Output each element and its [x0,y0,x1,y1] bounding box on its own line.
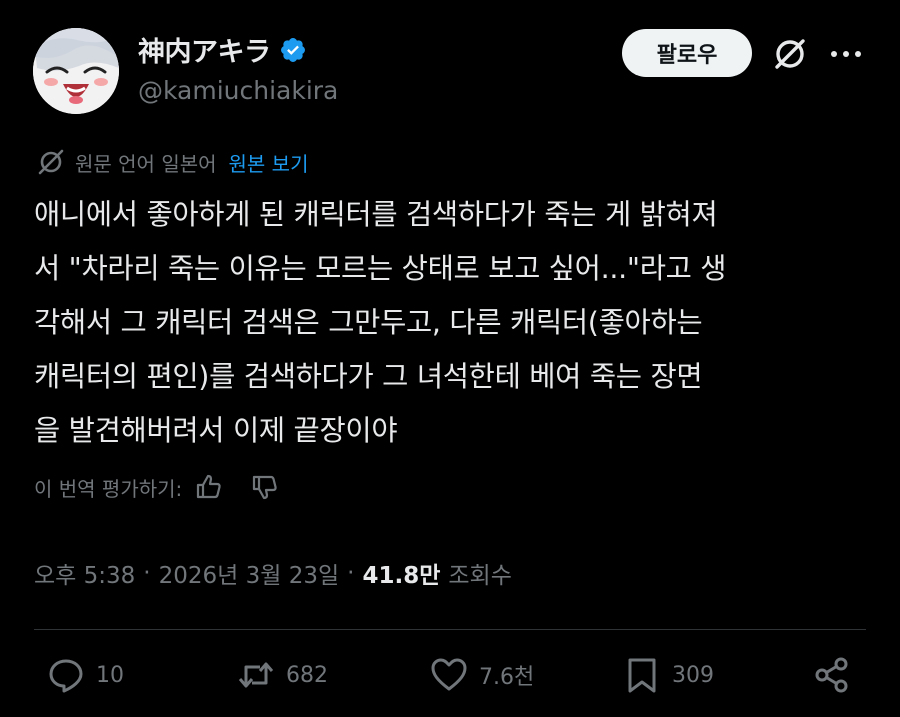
author-handle[interactable]: @kamiuchiakira [138,76,338,105]
views-label: 조회수 [448,563,512,589]
grok-icon[interactable] [770,34,810,74]
more-icon[interactable] [826,40,866,68]
repost-icon [238,662,274,688]
share-button[interactable] [812,655,852,695]
action-bar: 10 682 7.6천 309 [0,655,900,711]
show-original-link[interactable]: 원본 보기 [229,148,309,177]
thumbs-up-icon[interactable] [194,472,224,502]
thumbs-down-icon[interactable] [250,472,280,502]
translation-notice: 원문 언어 일본어 원본 보기 [35,146,308,178]
verified-badge-icon[interactable] [279,36,307,64]
reply-icon [49,659,83,693]
bookmark-button[interactable]: 309 [622,655,714,695]
meta-separator: · [143,560,151,586]
bookmark-icon [628,658,656,693]
avatar-illustration [33,28,119,114]
tweet-header: 神内アキラ @kamiuchiakira 팔로우 [0,0,900,140]
author-name-row: 神内アキラ [138,30,307,69]
meta-separator: · [347,560,355,586]
rate-translation-row: 이 번역 평가하기: [34,472,280,502]
reply-button[interactable]: 10 [46,655,124,695]
divider [34,629,866,630]
like-button[interactable]: 7.6천 [429,655,534,695]
rate-translation-label: 이 번역 평가하기: [34,476,183,501]
grok-translate-icon [38,149,64,175]
author-display-name[interactable]: 神内アキラ [138,30,271,69]
repost-count: 682 [286,662,328,688]
like-count: 7.6천 [479,665,535,690]
tweet-meta: 오후 5:38 · 2026년 3월 23일 · 41.8만 조회수 [34,556,512,590]
bookmark-count: 309 [672,662,714,688]
tweet-text: 애니에서 좋아하게 된 캐릭터를 검색하다가 죽는 게 밝혀져 서 "차라리 죽… [34,198,727,447]
translation-label: 원문 언어 일본어 [75,151,217,176]
share-icon [815,657,848,693]
tweet-time[interactable]: 오후 5:38 [34,556,135,590]
follow-button[interactable]: 팔로우 [622,29,752,77]
repost-button[interactable]: 682 [236,655,328,695]
tweet-date[interactable]: 2026년 3월 23일 [159,556,340,590]
avatar[interactable] [33,28,119,114]
reply-count: 10 [96,662,124,688]
heart-icon [431,658,467,691]
views-count: 41.8만 [362,563,441,589]
